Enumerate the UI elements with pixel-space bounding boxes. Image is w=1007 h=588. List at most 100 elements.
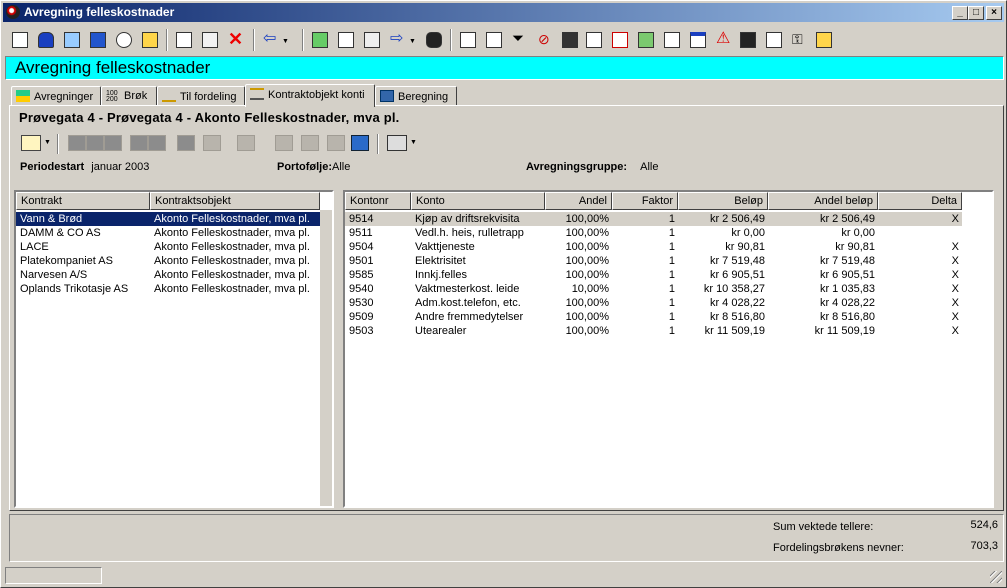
document-icon[interactable]: [87, 29, 109, 51]
settings-icon[interactable]: [813, 29, 835, 51]
image-icon[interactable]: [635, 29, 657, 51]
close-button[interactable]: ×: [986, 6, 1002, 20]
account-cell: [878, 226, 962, 240]
account-cell: 100,00%: [565, 227, 609, 239]
account-col-header[interactable]: Konto: [411, 192, 545, 210]
account-col-header[interactable]: Faktor: [612, 192, 678, 210]
contract-col-header[interactable]: Kontrakt: [16, 192, 150, 210]
filter-icon[interactable]: ⏷: [509, 29, 531, 51]
account-col-header[interactable]: Andel beløp: [768, 192, 878, 210]
prev-record-icon[interactable]: [86, 135, 104, 151]
undo-icon[interactable]: [237, 135, 255, 151]
bracket-icon[interactable]: [203, 135, 221, 151]
filter-doc-icon[interactable]: [457, 29, 479, 51]
export-icon[interactable]: [139, 29, 161, 51]
account-table-scrollbar[interactable]: [962, 192, 992, 506]
contract-cell: DAMM & CO AS: [20, 227, 101, 239]
copy-icon[interactable]: [327, 135, 345, 151]
save-disk-icon[interactable]: [351, 135, 369, 151]
account-cell: 9501: [349, 255, 374, 267]
contract-table[interactable]: Kontrakt Kontraktsobjekt Vann & Brød Akont…: [14, 190, 334, 508]
contract-cell: Akonto Felleskostnader, mva pl.: [154, 241, 310, 253]
fraction-icon: 100 200: [106, 90, 118, 103]
account-cell: Utearealer: [415, 325, 467, 337]
minimize-button[interactable]: _: [952, 6, 968, 20]
report-icon[interactable]: [9, 29, 31, 51]
window-icon[interactable]: [687, 29, 709, 51]
account-cell: Vakttjeneste: [415, 241, 475, 253]
refresh-icon[interactable]: [104, 135, 122, 151]
account-cell: 1: [668, 227, 675, 239]
periodestart-value: januar 2003: [91, 161, 150, 173]
next-record-icon[interactable]: [130, 135, 148, 151]
account-cell: kr 4 028,22: [819, 297, 875, 309]
back-arrow-icon[interactable]: ⇦ ▼: [260, 29, 300, 51]
edit-icon[interactable]: [199, 29, 221, 51]
binoculars-icon[interactable]: [423, 29, 445, 51]
account-table[interactable]: Kontonr Konto Andel Faktor Beløp Andel beløp D…: [343, 190, 994, 508]
account-cell: X: [951, 297, 959, 309]
account-cell: 10,00%: [571, 283, 609, 295]
contract-cell: Platekompaniet AS: [20, 255, 113, 267]
delete-icon[interactable]: ✕: [225, 29, 247, 51]
tab-til-fordeling[interactable]: Til fordeling: [157, 86, 245, 106]
tab-beregning[interactable]: Beregning: [375, 86, 457, 106]
arrow-icon[interactable]: [301, 135, 319, 151]
account-cell: kr 2 506,49: [678, 212, 768, 226]
contract-col-header[interactable]: Kontraktsobjekt: [150, 192, 320, 210]
save-icon[interactable]: [737, 29, 759, 51]
account-cell: kr 11 509,19: [704, 325, 765, 337]
account-cell: kr 1 035,83: [819, 283, 875, 295]
card-icon[interactable]: [361, 29, 383, 51]
account-cell: kr 7 519,48: [709, 255, 765, 267]
account-col-header[interactable]: Beløp: [678, 192, 768, 210]
filter-list-icon[interactable]: [483, 29, 505, 51]
clear-filter-icon[interactable]: ⊘: [535, 29, 557, 51]
form-icon[interactable]: [335, 29, 357, 51]
tab-kontraktobjekt-konti[interactable]: Kontraktobjekt konti: [245, 84, 375, 107]
tab-label: Kontraktobjekt konti: [268, 89, 365, 101]
dropdown-arrow-icon[interactable]: ▼: [44, 139, 51, 146]
tab-avregninger[interactable]: Avregninger: [11, 86, 101, 106]
notepad-icon[interactable]: [763, 29, 785, 51]
tab-brok[interactable]: 100 200 Brøk: [101, 86, 157, 106]
books-icon[interactable]: [559, 29, 581, 51]
account-cell: 1: [668, 269, 675, 281]
edit-doc-icon[interactable]: [173, 29, 195, 51]
account-cell: X: [951, 325, 959, 337]
account-cell: 100,00%: [565, 255, 609, 267]
key-icon[interactable]: ⚿: [789, 29, 811, 51]
account-col-header[interactable]: Delta: [878, 192, 962, 210]
account-cell: kr 6 905,51: [709, 269, 765, 281]
calculator-icon[interactable]: [309, 29, 331, 51]
new-record-icon[interactable]: [21, 135, 41, 151]
maximize-button[interactable]: □: [968, 6, 984, 20]
list-icon[interactable]: [275, 135, 293, 151]
link-icon[interactable]: [113, 29, 135, 51]
printer-icon[interactable]: [387, 135, 407, 151]
first-record-icon[interactable]: [68, 135, 86, 151]
network-icon[interactable]: [61, 29, 83, 51]
resize-grip-icon[interactable]: [990, 571, 1002, 583]
print-dropdown-icon[interactable]: ▼: [410, 139, 417, 146]
contract-cell: Akonto Felleskostnader, mva pl.: [150, 212, 320, 226]
giro-icon[interactable]: [609, 29, 631, 51]
warning-icon[interactable]: ⚠: [713, 29, 735, 51]
last-record-icon[interactable]: [148, 135, 166, 151]
account-cell: 100,00%: [565, 325, 609, 337]
nevner-label: Fordelingsbrøkens nevner:: [773, 542, 904, 554]
forward-arrow-icon[interactable]: ⇨ ▼: [387, 29, 423, 51]
user-icon[interactable]: [35, 29, 57, 51]
house-icon[interactable]: [661, 29, 683, 51]
account-cell: X: [951, 241, 959, 253]
account-cell: kr 4 028,22: [709, 297, 765, 309]
contract-table-scrollbar[interactable]: [320, 210, 332, 506]
contract-cell: Akonto Felleskostnader, mva pl.: [154, 269, 310, 281]
account-cell: X: [951, 283, 959, 295]
account-col-header[interactable]: Andel: [545, 192, 612, 210]
chart-icon[interactable]: [583, 29, 605, 51]
title-bar[interactable]: Avregning felleskostnader _ □ ×: [3, 3, 1004, 22]
app-logo-icon: [6, 5, 20, 19]
stop-icon[interactable]: [177, 135, 195, 151]
account-col-header[interactable]: Kontonr: [345, 192, 411, 210]
